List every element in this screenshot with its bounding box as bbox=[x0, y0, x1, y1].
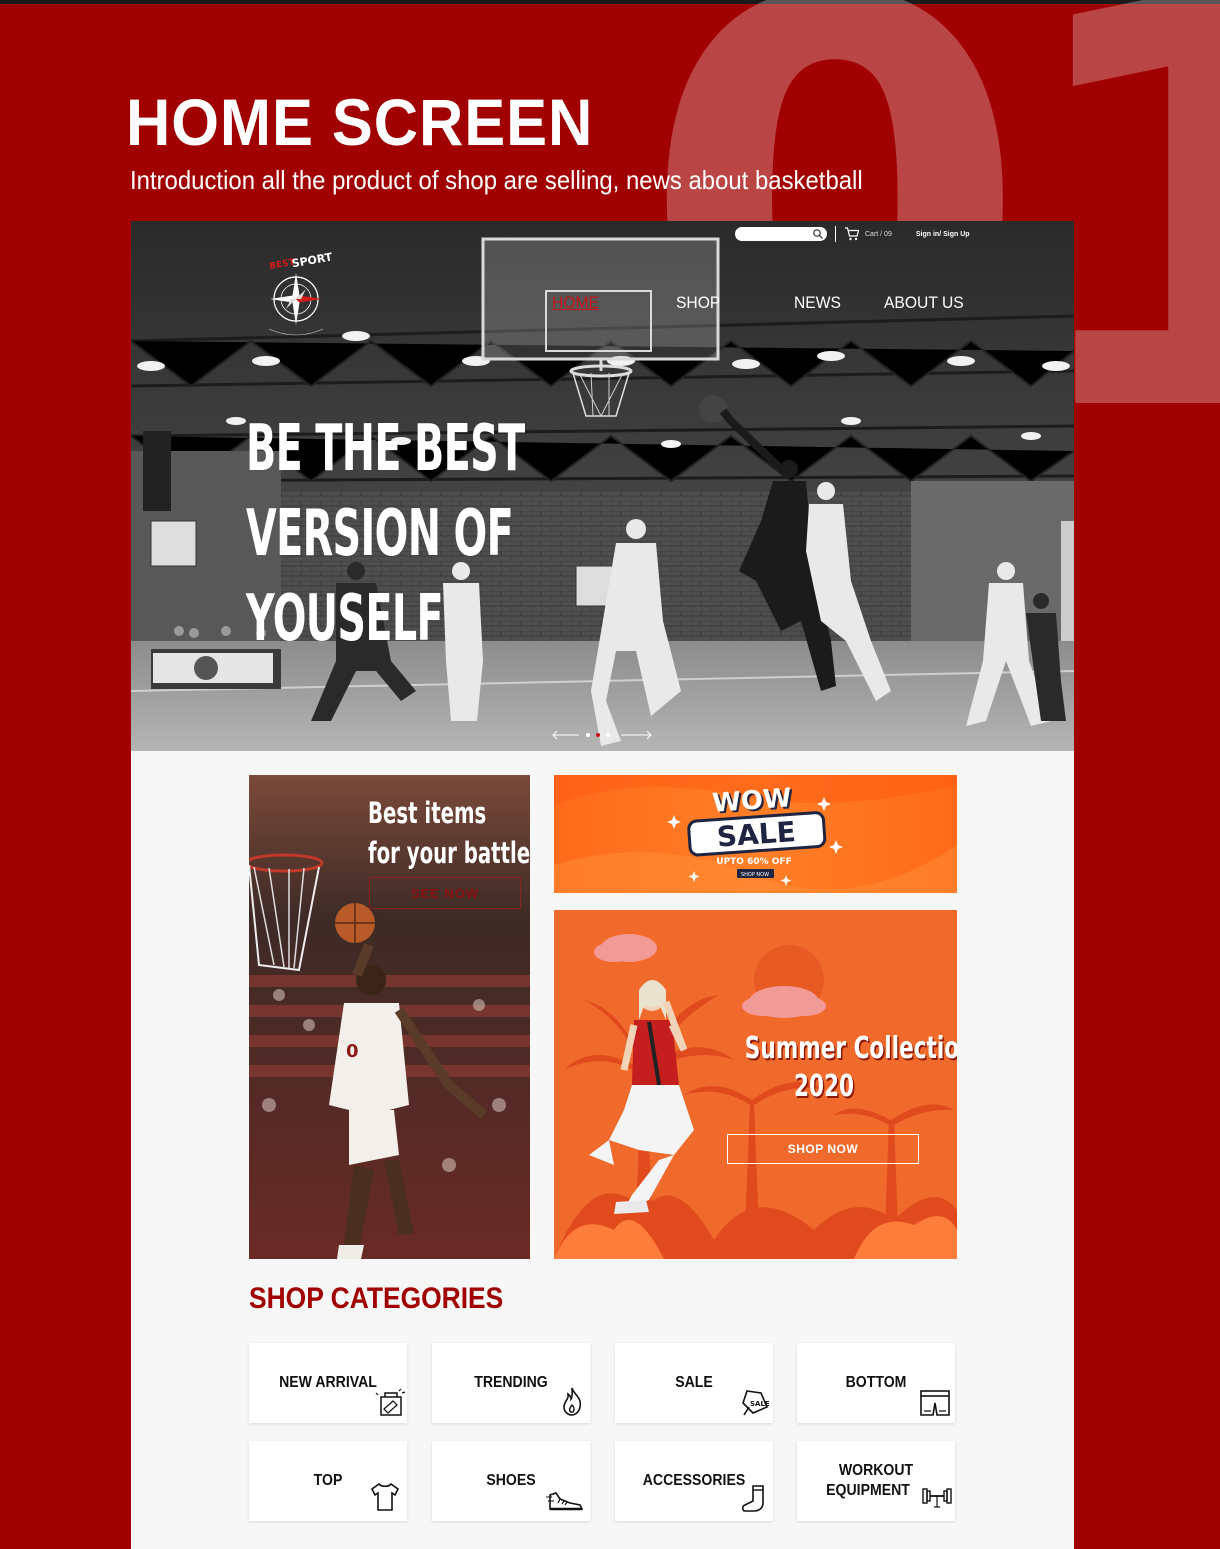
hero-banner: Cart / 09 Sign in/ Sign Up BEST SPORT HO… bbox=[131, 221, 1074, 751]
category-trending[interactable]: TRENDING bbox=[432, 1343, 590, 1423]
divider bbox=[835, 226, 836, 242]
summer-title-line: 2020 bbox=[793, 1069, 855, 1104]
category-shoes[interactable]: SHOES bbox=[432, 1441, 590, 1521]
promo-summer-collection[interactable]: Summer Collection 2020 SHOP NOW bbox=[554, 910, 957, 1259]
hero-headline: BE THE BEST VERSION OF YOUSELF bbox=[246, 407, 525, 662]
hero-headline-line: BE THE BEST bbox=[246, 412, 525, 486]
section-subtitle: Introduction all the product of shop are… bbox=[130, 165, 863, 195]
categories-title: SHOP CATEGORIES bbox=[249, 1282, 504, 1315]
sale-tag-icon: SALE bbox=[742, 1390, 770, 1416]
nav-about-us[interactable]: ABOUT US bbox=[884, 293, 964, 313]
category-label: EQUIPMENT bbox=[826, 1482, 910, 1499]
next-arrow-icon bbox=[621, 730, 652, 740]
prev-arrow-icon bbox=[552, 730, 579, 740]
cart-link[interactable]: Cart / 09 bbox=[844, 227, 892, 241]
category-top[interactable]: TOP bbox=[249, 1441, 407, 1521]
promo-best-items[interactable]: 0 Best items for your battles SEE NOW bbox=[249, 775, 530, 1259]
utility-bar: Cart / 09 Sign in/ Sign Up bbox=[735, 226, 970, 242]
category-workout-equipment[interactable]: WORKOUT EQUIPMENT bbox=[797, 1441, 955, 1521]
promo-line: Best items bbox=[368, 796, 487, 830]
nav-home[interactable]: HOME bbox=[552, 293, 599, 313]
summer-title: Summer Collection 2020 bbox=[714, 1030, 957, 1106]
shorts-icon bbox=[920, 1390, 950, 1416]
svg-text:0: 0 bbox=[346, 1041, 359, 1062]
search-input[interactable] bbox=[735, 227, 827, 241]
svg-text:SPORT: SPORT bbox=[291, 250, 334, 270]
slider-nav[interactable] bbox=[551, 728, 655, 742]
see-now-button[interactable]: SEE NOW bbox=[369, 877, 521, 909]
shop-now-button[interactable]: SHOP NOW bbox=[727, 1134, 919, 1164]
hero-headline-line: VERSION OF bbox=[246, 497, 514, 571]
promo-wow-sale[interactable]: WOW WOW SALE UPTO 60% OFF SHOP NOW bbox=[554, 775, 957, 893]
home-screen-mockup: Cart / 09 Sign in/ Sign Up BEST SPORT HO… bbox=[131, 221, 1074, 1549]
svg-text:SALE: SALE bbox=[716, 815, 797, 853]
search-icon[interactable] bbox=[812, 228, 824, 240]
category-new-arrival[interactable]: NEW ARRIVAL bbox=[249, 1343, 407, 1423]
svg-text:SHOP NOW: SHOP NOW bbox=[741, 872, 769, 878]
promo-best-items-text: Best items for your battles bbox=[368, 793, 530, 873]
sign-in-link[interactable]: Sign in/ Sign Up bbox=[916, 231, 970, 238]
category-sale[interactable]: SALE SALE bbox=[615, 1343, 773, 1423]
main-nav: HOME SHOP NEWS ABOUT US bbox=[131, 293, 1074, 315]
nav-news[interactable]: NEWS bbox=[794, 293, 841, 313]
new-arrival-icon bbox=[375, 1388, 406, 1416]
fire-icon bbox=[563, 1387, 582, 1416]
section-title: HOME SCREEN bbox=[126, 85, 594, 159]
category-bottom[interactable]: BOTTOM bbox=[797, 1343, 955, 1423]
hero-headline-line: YOUSELF bbox=[246, 582, 444, 656]
category-label: WORKOUT bbox=[838, 1462, 914, 1479]
tshirt-icon bbox=[370, 1482, 400, 1511]
promo-line: for your battles bbox=[368, 836, 530, 870]
sock-icon bbox=[741, 1485, 764, 1512]
sneaker-icon bbox=[546, 1492, 584, 1511]
category-accessories[interactable]: ACCESSORIES bbox=[615, 1441, 773, 1521]
svg-text:UPTO 60% OFF: UPTO 60% OFF bbox=[716, 857, 791, 867]
svg-text:WOW: WOW bbox=[711, 783, 792, 818]
nav-shop[interactable]: SHOP bbox=[676, 293, 720, 313]
sale-banner-art: WOW WOW SALE UPTO 60% OFF SHOP NOW bbox=[554, 775, 957, 893]
cart-icon bbox=[845, 227, 860, 241]
cart-label: Cart / 09 bbox=[865, 230, 892, 238]
svg-text:SALE: SALE bbox=[750, 1400, 770, 1408]
summer-title-line: Summer Collection bbox=[744, 1031, 957, 1066]
dumbbell-icon bbox=[922, 1488, 952, 1508]
